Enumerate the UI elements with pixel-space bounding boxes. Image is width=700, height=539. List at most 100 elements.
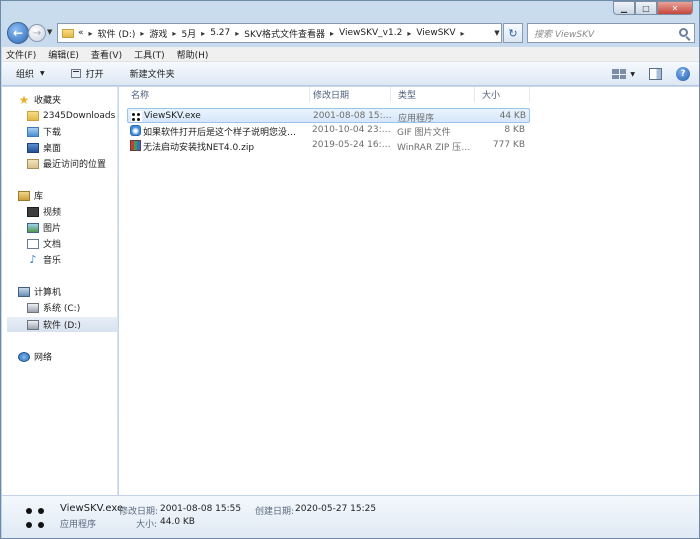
details-size-value: 44.0 KB	[160, 517, 195, 527]
chevron-right-icon[interactable]: ▸	[330, 29, 334, 38]
menu-file[interactable]: 文件(F)	[6, 48, 36, 61]
file-size: 8 KB	[504, 125, 525, 135]
chevron-right-icon[interactable]: ▸	[172, 29, 176, 38]
folder-icon	[62, 28, 74, 38]
column-size[interactable]: 大小	[475, 87, 530, 102]
breadcrumb-may[interactable]: 5月	[181, 27, 196, 40]
back-arrow-icon: ←	[12, 26, 24, 40]
chevron-right-icon[interactable]: ▸	[140, 29, 144, 38]
video-icon	[27, 206, 39, 217]
breadcrumb-skv-viewer[interactable]: SKV格式文件查看器	[244, 27, 325, 40]
nav-libraries-label: 库	[34, 192, 44, 202]
chevron-right-icon[interactable]: ▸	[201, 29, 205, 38]
computer-icon	[18, 286, 30, 297]
details-pane: ViewSKV.exe 应用程序 修改日期: 2001-08-08 15:55 …	[2, 495, 699, 538]
column-type[interactable]: 类型	[391, 87, 475, 102]
menu-tools[interactable]: 工具(T)	[134, 48, 165, 61]
chevron-right-icon[interactable]: ▸	[460, 29, 464, 38]
preview-pane-icon[interactable]	[649, 68, 662, 80]
drive-icon	[27, 302, 39, 313]
nav-favorites-label: 收藏夹	[34, 96, 62, 106]
chevron-right-icon[interactable]: ▸	[235, 29, 239, 38]
breadcrumb-drive-d[interactable]: 软件 (D:)	[98, 27, 136, 40]
exe-icon	[24, 506, 48, 532]
zip-icon	[130, 140, 141, 151]
details-modified-value: 2001-08-08 15:55	[160, 504, 242, 514]
navigation-pane: ★ 收藏夹 2345Downloads 下载 桌面 最近访问的位置 库 视频 图…	[2, 87, 118, 495]
new-folder-button[interactable]: 新建文件夹	[130, 67, 175, 80]
open-label: 打开	[85, 70, 104, 80]
breadcrumb-viewskv[interactable]: ViewSKV	[416, 28, 455, 38]
search-input[interactable]: 搜索 ViewSKV	[527, 23, 695, 43]
details-size-label: 大小:	[136, 520, 158, 530]
details-type: 应用程序	[60, 520, 97, 530]
breadcrumb-games[interactable]: 游戏	[149, 27, 167, 40]
address-bar[interactable]: « ▸ 软件 (D:) ▸ 游戏 ▸ 5月 ▸ 5.27 ▸ SKV格式文件查看…	[57, 23, 502, 43]
forward-button[interactable]: →	[28, 24, 46, 42]
nav-computer[interactable]: 计算机	[18, 284, 134, 299]
help-icon[interactable]: ?	[676, 67, 690, 81]
details-filename: ViewSKV.exe	[60, 503, 124, 514]
file-row[interactable]: 无法启动安装找NET4.0.zip 2019-05-24 16:25 WinRA…	[127, 138, 530, 153]
address-dropdown-button[interactable]: ▼	[491, 24, 503, 42]
caption-buttons: ▁ □ ✕	[613, 1, 693, 15]
file-name: ViewSKV.exe	[144, 111, 201, 121]
nav-pictures-label: 图片	[43, 224, 62, 234]
nav-network[interactable]: 网络	[18, 349, 134, 364]
nav-drive-c[interactable]: 系统 (C:)	[27, 300, 118, 315]
nav-2345downloads-label: 2345Downloads	[43, 110, 116, 121]
column-date[interactable]: 修改日期	[306, 87, 391, 102]
back-button[interactable]: ←	[7, 22, 29, 44]
nav-drive-d[interactable]: 软件 (D:)	[7, 317, 117, 332]
nav-network-label: 网络	[34, 353, 53, 363]
command-bar: 组织 ▼ 打开 新建文件夹 ▼ ?	[2, 62, 699, 86]
file-row[interactable]: ViewSKV.exe 2001-08-08 15:55 应用程序 44 KB	[127, 108, 530, 124]
change-view-icon[interactable]	[612, 69, 627, 79]
maximize-button[interactable]: □	[635, 1, 657, 15]
breadcrumb-overflow[interactable]: «	[78, 28, 84, 38]
file-date: 2010-10-04 23:10	[312, 125, 392, 135]
nav-downloads-label: 下载	[43, 128, 62, 138]
organize-label: 组织	[16, 70, 35, 80]
nav-documents-label: 文档	[43, 240, 62, 250]
column-date-label: 修改日期	[313, 91, 350, 101]
nav-favorites[interactable]: ★ 收藏夹	[18, 92, 134, 107]
file-size: 777 KB	[492, 140, 525, 150]
refresh-button[interactable]: ↻	[503, 23, 523, 43]
file-type: GIF 图片文件	[397, 128, 451, 138]
nav-libraries[interactable]: 库	[18, 188, 134, 203]
view-controls: ▼ ?	[612, 67, 690, 81]
file-row[interactable]: 如果软件打开后是这个样子说明您没有安... 2010-10-04 23:10 G…	[127, 123, 530, 138]
breadcrumb-5-27[interactable]: 5.27	[210, 28, 230, 38]
new-folder-label: 新建文件夹	[129, 70, 175, 80]
menu-view[interactable]: 查看(V)	[91, 48, 122, 61]
file-size: 44 KB	[499, 111, 526, 121]
recent-pages-dropdown[interactable]: ▼	[47, 28, 52, 36]
chevron-right-icon[interactable]: ▸	[407, 29, 411, 38]
open-button[interactable]: 打开	[70, 67, 104, 80]
breadcrumb-viewskv-v12[interactable]: ViewSKV_v1.2	[339, 28, 402, 38]
minimize-button[interactable]: ▁	[613, 1, 635, 15]
column-type-label: 类型	[398, 91, 417, 101]
folder-icon	[27, 110, 39, 121]
search-icon[interactable]	[679, 28, 688, 37]
organize-button[interactable]: 组织 ▼	[16, 67, 45, 80]
view-dropdown-button[interactable]: ▼	[630, 71, 635, 78]
file-list: 名称 修改日期 类型 大小 ViewSKV.exe 2001-08-08 15:…	[119, 87, 699, 495]
column-name-label: 名称	[131, 91, 150, 101]
drive-icon	[27, 319, 39, 330]
nav-drive-d-label: 软件 (D:)	[43, 321, 81, 331]
nav-videos-label: 视频	[43, 208, 62, 218]
menu-edit[interactable]: 编辑(E)	[48, 48, 79, 61]
chevron-right-icon: ▸	[88, 28, 93, 38]
navigation-bar: ← → ▼ « ▸ 软件 (D:) ▸ 游戏 ▸ 5月 ▸ 5.27 ▸ SKV…	[1, 19, 699, 47]
details-created-value: 2020-05-27 15:25	[295, 504, 377, 514]
menu-help[interactable]: 帮助(H)	[177, 48, 209, 61]
column-name[interactable]: 名称	[124, 87, 310, 102]
file-date: 2001-08-08 15:55	[313, 111, 393, 121]
refresh-icon: ↻	[508, 26, 518, 40]
nav-computer-label: 计算机	[34, 288, 62, 298]
close-button[interactable]: ✕	[657, 1, 693, 15]
details-created-label: 创建日期:	[255, 507, 295, 517]
star-icon: ★	[18, 92, 30, 107]
